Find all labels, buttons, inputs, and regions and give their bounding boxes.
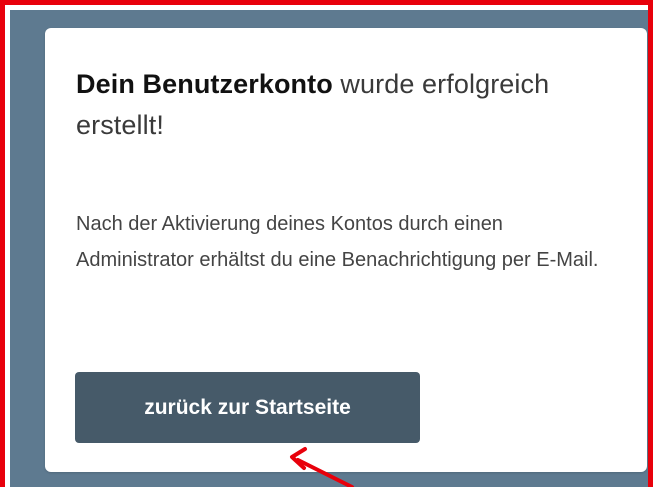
- confirmation-card: Dein Benutzerkonto wurde erfolgreich ers…: [45, 28, 647, 472]
- headline-bold: Dein Benutzerkonto: [76, 69, 333, 99]
- activation-message: Nach der Aktivierung deines Kontos durch…: [76, 213, 599, 271]
- confirmation-headline: Dein Benutzerkonto wurde erfolgreich ers…: [76, 64, 616, 146]
- back-to-home-button[interactable]: zurück zur Startseite: [75, 372, 420, 443]
